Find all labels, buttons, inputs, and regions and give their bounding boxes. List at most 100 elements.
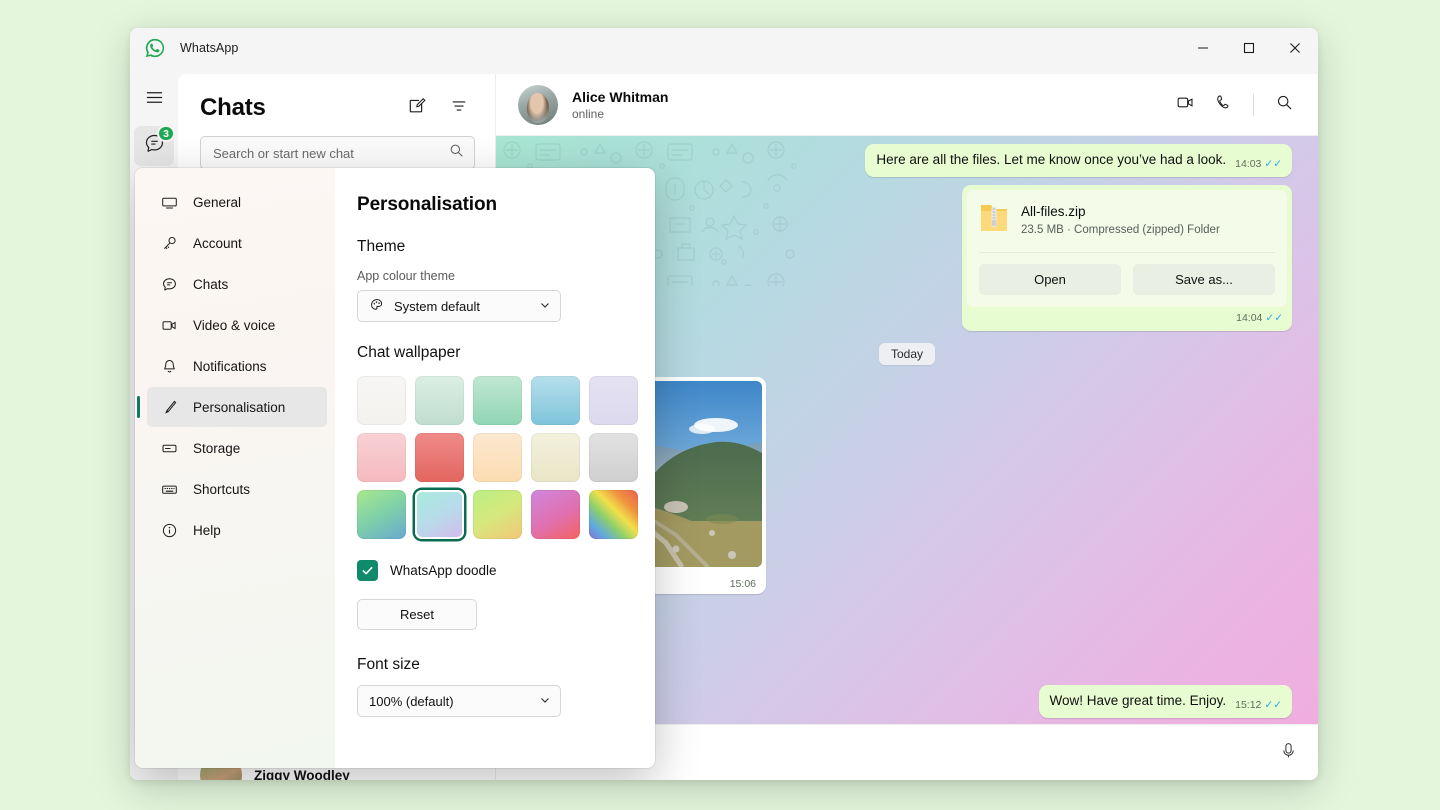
read-receipt-icon: ✓✓ [1264, 157, 1282, 171]
settings-dialog: General Account Chats Video & voice [135, 168, 655, 768]
sidebar-item-shortcuts[interactable]: Shortcuts [147, 469, 327, 509]
rail-item-chats[interactable]: 3 [134, 126, 174, 166]
chat-list-header: Chats [178, 74, 495, 124]
filter-chats-button[interactable] [443, 92, 475, 124]
info-icon [159, 522, 179, 539]
wallpaper-swatch-rainbow[interactable] [589, 490, 638, 539]
chevron-down-icon [539, 694, 551, 709]
wallpaper-swatch-green-blue[interactable] [357, 490, 406, 539]
wallpaper-swatch-coral[interactable] [415, 433, 464, 482]
wallpaper-swatch-mint-pale[interactable] [415, 376, 464, 425]
wallpaper-swatch-grey[interactable] [589, 433, 638, 482]
sidebar-item-help[interactable]: Help [147, 510, 327, 550]
wallpaper-swatch-lime-amber[interactable] [473, 490, 522, 539]
wallpaper-swatch-peach[interactable] [473, 433, 522, 482]
font-size-value: 100% (default) [369, 694, 454, 709]
microphone-icon[interactable] [1279, 741, 1298, 765]
theme-section-title: Theme [357, 238, 629, 256]
wallpaper-swatch-violet-red[interactable] [531, 490, 580, 539]
message-meta: 15:06 [730, 577, 756, 591]
wallpaper-swatch-sky[interactable] [531, 376, 580, 425]
video-call-button[interactable] [1169, 89, 1201, 121]
search-box[interactable] [200, 136, 475, 170]
sidebar-item-label: Chats [193, 277, 228, 292]
sidebar-item-chats[interactable]: Chats [147, 264, 327, 304]
app-colour-theme-value: System default [394, 299, 480, 314]
sidebar-item-label: General [193, 195, 241, 210]
doodle-checkbox[interactable] [357, 560, 378, 581]
whatsapp-logo-icon [144, 37, 166, 59]
storage-icon [159, 440, 179, 457]
avatar[interactable] [518, 85, 558, 125]
voice-call-button[interactable] [1207, 89, 1239, 121]
app-colour-theme-dropdown[interactable]: System default [357, 290, 561, 322]
search-icon [449, 143, 464, 163]
wallpaper-swatch-rose-pale[interactable] [357, 433, 406, 482]
compose-icon [408, 97, 426, 120]
settings-title: Personalisation [357, 194, 629, 216]
wallpaper-swatch-white[interactable] [357, 376, 406, 425]
sidebar-item-label: Video & voice [193, 318, 275, 333]
open-file-button[interactable]: Open [979, 264, 1121, 295]
chevron-down-icon [539, 299, 551, 314]
divider [1253, 94, 1254, 116]
file-name: All-files.zip [1021, 203, 1220, 221]
search-container [178, 124, 495, 170]
search-input[interactable] [213, 146, 449, 161]
sidebar-item-personalisation[interactable]: Personalisation [147, 387, 327, 427]
sidebar-item-label: Personalisation [193, 400, 285, 415]
reset-wallpaper-button[interactable]: Reset [357, 599, 477, 630]
chat-list-actions [401, 92, 475, 124]
video-camera-icon [159, 317, 179, 334]
sidebar-item-storage[interactable]: Storage [147, 428, 327, 468]
new-chat-button[interactable] [401, 92, 433, 124]
wallpaper-swatch-cream[interactable] [531, 433, 580, 482]
message-meta: 15:12 ✓✓ [1235, 698, 1282, 712]
conversation-header: Alice Whitman online [496, 74, 1318, 136]
keyboard-icon [159, 481, 179, 498]
sidebar-item-notifications[interactable]: Notifications [147, 346, 327, 386]
message-bubble-text[interactable]: Wow! Have great time. Enjoy. 15:12 ✓✓ [1039, 685, 1292, 718]
settings-content: Personalisation Theme App colour theme S… [335, 168, 655, 768]
sidebar-item-account[interactable]: Account [147, 223, 327, 263]
contact-status: online [572, 107, 668, 121]
file-text: All-files.zip 23.5 MB · Compressed (zipp… [1021, 203, 1220, 239]
file-actions: Open Save as... [979, 252, 1275, 295]
message-time: 15:12 [1235, 698, 1261, 712]
doodle-toggle-row[interactable]: WhatsApp doodle [357, 560, 629, 581]
wallpaper-swatch-grid [357, 376, 629, 539]
read-receipt-icon: ✓✓ [1265, 311, 1283, 325]
message-time: 15:06 [730, 577, 756, 591]
message-meta: 14:03 ✓✓ [1235, 157, 1282, 171]
message-bubble-file[interactable]: All-files.zip 23.5 MB · Compressed (zipp… [962, 185, 1292, 330]
palette-icon [369, 297, 385, 316]
message-bubble-text[interactable]: Here are all the files. Let me know once… [865, 144, 1292, 177]
sidebar-item-label: Storage [193, 441, 240, 456]
message-text: Wow! Have great time. Enjoy. [1050, 693, 1227, 708]
chat-bubble-icon [159, 276, 179, 293]
message-text: Here are all the files. Let me know once… [876, 152, 1226, 167]
wallpaper-swatch-lavender[interactable] [589, 376, 638, 425]
save-as-button[interactable]: Save as... [1133, 264, 1275, 295]
message-time: 14:04 [1236, 311, 1262, 325]
wallpaper-swatch-teal-violet[interactable] [415, 490, 464, 539]
chat-row-meta: Ziggy Woodley [254, 768, 444, 781]
chat-row-name: Ziggy Woodley [254, 768, 444, 781]
hamburger-menu-button[interactable] [134, 80, 174, 120]
message-time: 14:03 [1235, 157, 1261, 171]
window-controls [1180, 28, 1318, 68]
sidebar-item-video-voice[interactable]: Video & voice [147, 305, 327, 345]
font-size-dropdown[interactable]: 100% (default) [357, 685, 561, 717]
filter-icon [450, 97, 468, 120]
minimize-button[interactable] [1180, 28, 1226, 68]
maximize-button[interactable] [1226, 28, 1272, 68]
font-size-section-title: Font size [357, 656, 629, 674]
monitor-icon [159, 194, 179, 211]
wallpaper-swatch-mint[interactable] [473, 376, 522, 425]
bell-icon [159, 358, 179, 375]
search-in-chat-button[interactable] [1268, 89, 1300, 121]
close-button[interactable] [1272, 28, 1318, 68]
chats-unread-badge: 3 [157, 125, 175, 142]
sidebar-item-general[interactable]: General [147, 182, 327, 222]
contact-info[interactable]: Alice Whitman online [572, 89, 668, 121]
